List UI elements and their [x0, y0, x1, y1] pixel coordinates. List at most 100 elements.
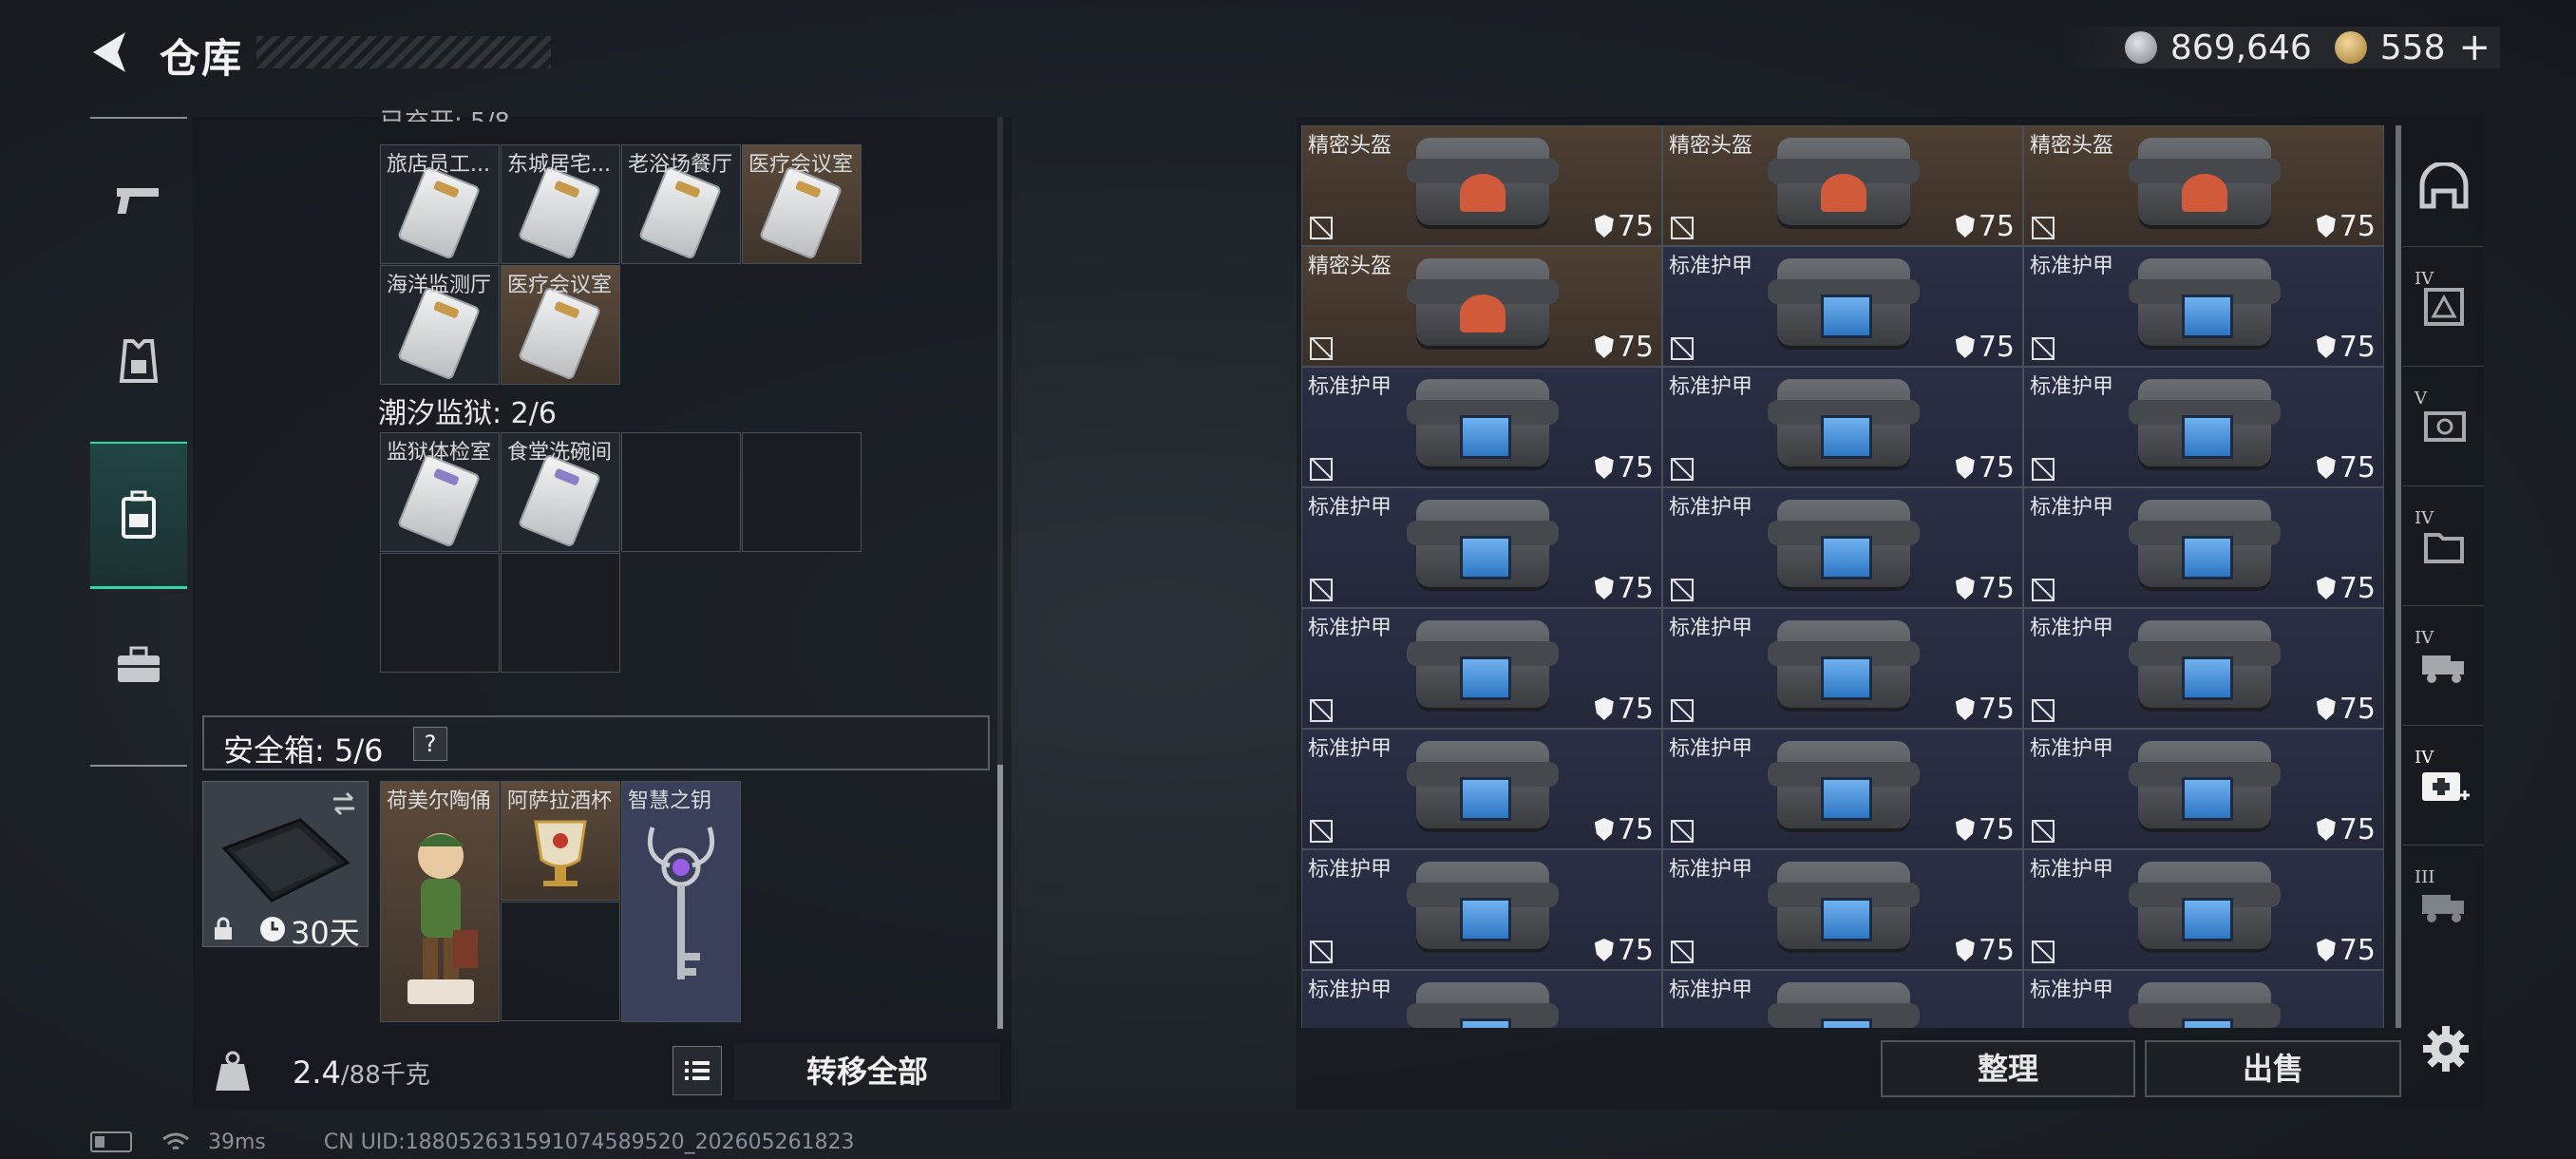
item-name: 标准护甲 [2030, 858, 2114, 882]
empty-slot[interactable] [380, 553, 500, 673]
durability: 75 [1594, 210, 1654, 243]
shield-icon [1594, 215, 1614, 238]
toolbox-icon [118, 646, 160, 682]
armor-item[interactable]: 标准护甲75 [1301, 487, 1662, 608]
armor-icon [1768, 258, 1920, 346]
nav-gun[interactable] [90, 128, 187, 271]
nav-tier4-medkit[interactable]: IV [2403, 725, 2484, 846]
keycard-slot[interactable]: 东城居宅... [501, 144, 620, 264]
safebox-case-slot[interactable]: 30天 [202, 781, 369, 951]
armor-item[interactable]: 标准护甲75 [1301, 608, 1662, 729]
nav-tier3-truck[interactable]: III [2403, 845, 2484, 964]
item-name: 精密头盔 [1669, 134, 1753, 158]
keycard-slot[interactable]: 医疗会议室 [501, 265, 620, 385]
armor-icon [2129, 741, 2281, 828]
nav-tier5-safe[interactable]: V [2403, 366, 2484, 486]
add-currency-button[interactable]: + [2458, 26, 2491, 69]
item-name: 标准护甲 [1669, 737, 1753, 761]
durability: 75 [2316, 693, 2376, 726]
armor-item[interactable]: 标准护甲75 [2023, 608, 2384, 729]
item-name: 标准护甲 [2030, 255, 2114, 278]
swap-icon[interactable] [330, 789, 358, 818]
item-name: 标准护甲 [2030, 978, 2114, 1002]
keycard-slot[interactable]: 食堂洗碗间 [501, 432, 620, 552]
durability: 75 [2316, 451, 2376, 484]
nav-tier4-truck[interactable]: IV [2403, 605, 2484, 726]
gold-coin-icon [2334, 31, 2367, 64]
armor-item[interactable]: 标准护甲75 [2023, 487, 2384, 608]
list-view-button[interactable] [672, 1046, 722, 1095]
shield-icon [1955, 697, 1975, 720]
empty-slot[interactable] [621, 432, 741, 552]
status-bar: 39ms CN UID:1880526315910745895​20_20260… [90, 1130, 855, 1154]
shield-icon [1955, 456, 1975, 479]
settings-gear-icon[interactable] [2419, 1022, 2472, 1075]
nav-armor[interactable] [90, 290, 187, 432]
safebox-item[interactable]: 荷美尔陶俑 [380, 781, 500, 1022]
safebox-item[interactable]: 智慧之钥 [621, 781, 741, 1022]
keycard-slot[interactable]: 旅店员工... [380, 144, 500, 264]
backpack-footer: 2.4/88千克 转移全部 [193, 1034, 1012, 1110]
armor-icon [2129, 982, 2281, 1028]
armor-item[interactable]: 标准护甲75 [1662, 608, 2023, 729]
figurine-icon [407, 833, 478, 1004]
durability: 75 [1955, 451, 2015, 484]
item-name: 标准护甲 [1669, 375, 1753, 399]
armor-item[interactable]: 标准护甲75 [2023, 729, 2384, 849]
armor-item[interactable]: 标准护甲75 [2023, 849, 2384, 970]
keycard-slot[interactable]: 老浴场餐厅 [621, 144, 741, 264]
armor-item[interactable]: 标准护甲75 [2023, 246, 2384, 367]
armor-item[interactable]: 标准护甲75 [1662, 970, 2023, 1028]
durability: 75 [1594, 693, 1654, 726]
tier5-safe-icon [2423, 411, 2466, 442]
armor-item[interactable]: 标准护甲75 [1301, 729, 1662, 849]
help-button[interactable]: ? [413, 727, 447, 761]
back-arrow-icon[interactable] [87, 28, 135, 76]
nav-tier4-armor[interactable]: IV [2403, 246, 2484, 367]
backpack-scrollbar-thumb[interactable] [997, 765, 1003, 1029]
helmet-item[interactable]: 精密头盔 75 [2023, 125, 2384, 246]
armor-item[interactable]: 标准护甲75 [2023, 367, 2384, 487]
helmet-item[interactable]: 精密头盔 75 [1301, 246, 1662, 367]
no-repair-icon [1310, 217, 1333, 239]
transfer-all-button[interactable]: 转移全部 [734, 1043, 1000, 1100]
stash-category-nav: IV V IV IV IV III [2403, 117, 2484, 1024]
keycard-slot[interactable]: 医疗会议室 [742, 144, 862, 264]
armor-item[interactable]: 标准护甲75 [1662, 849, 2023, 970]
keycard-slot[interactable]: 监狱体检室 [380, 432, 500, 552]
armor-item[interactable]: 标准护甲75 [1662, 246, 2023, 367]
armor-item[interactable]: 标准护甲75 [1662, 729, 2023, 849]
backpack-icon [122, 490, 156, 539]
stash-scrollbar-thumb[interactable] [2396, 125, 2401, 1028]
helmet-item[interactable]: 精密头盔 75 [1662, 125, 2023, 246]
armor-item[interactable]: 标准护甲75 [1301, 849, 1662, 970]
gun-icon [117, 188, 159, 214]
nav-helmet[interactable] [2403, 126, 2484, 247]
armor-icon [1768, 379, 1920, 466]
armor-item[interactable]: 标准护甲75 [1662, 487, 2023, 608]
armor-icon [1768, 982, 1920, 1028]
no-repair-icon [1671, 337, 1694, 360]
armor-icon [1407, 982, 1559, 1028]
empty-slot[interactable] [742, 432, 862, 552]
no-repair-icon [1671, 217, 1694, 239]
sell-button[interactable]: 出售 [2145, 1040, 2401, 1097]
silver-coin-icon [2124, 31, 2157, 64]
empty-slot[interactable] [501, 553, 620, 673]
armor-item[interactable]: 标准护甲75 [1301, 367, 1662, 487]
empty-slot[interactable] [501, 902, 620, 1021]
armor-item[interactable]: 标准护甲 75 [1662, 367, 2023, 487]
shield-icon [1955, 335, 1975, 358]
keycard-icon [517, 165, 602, 260]
armor-item[interactable]: 标准护甲75 [2023, 970, 2384, 1028]
keycard-icon [517, 286, 602, 381]
nav-tier4-folder[interactable]: IV [2403, 485, 2484, 606]
nav-toolbox[interactable] [90, 594, 187, 736]
keycard-slot[interactable]: 海洋监测厅 [380, 265, 500, 385]
item-name: 标准护甲 [1308, 375, 1392, 399]
helmet-item[interactable]: 精密头盔 75 [1301, 125, 1662, 246]
sort-button[interactable]: 整理 [1881, 1040, 2135, 1097]
safebox-item[interactable]: 阿萨拉酒杯 [501, 781, 620, 901]
armor-item[interactable]: 标准护甲75 [1301, 970, 1662, 1028]
nav-backpack[interactable] [90, 442, 187, 589]
